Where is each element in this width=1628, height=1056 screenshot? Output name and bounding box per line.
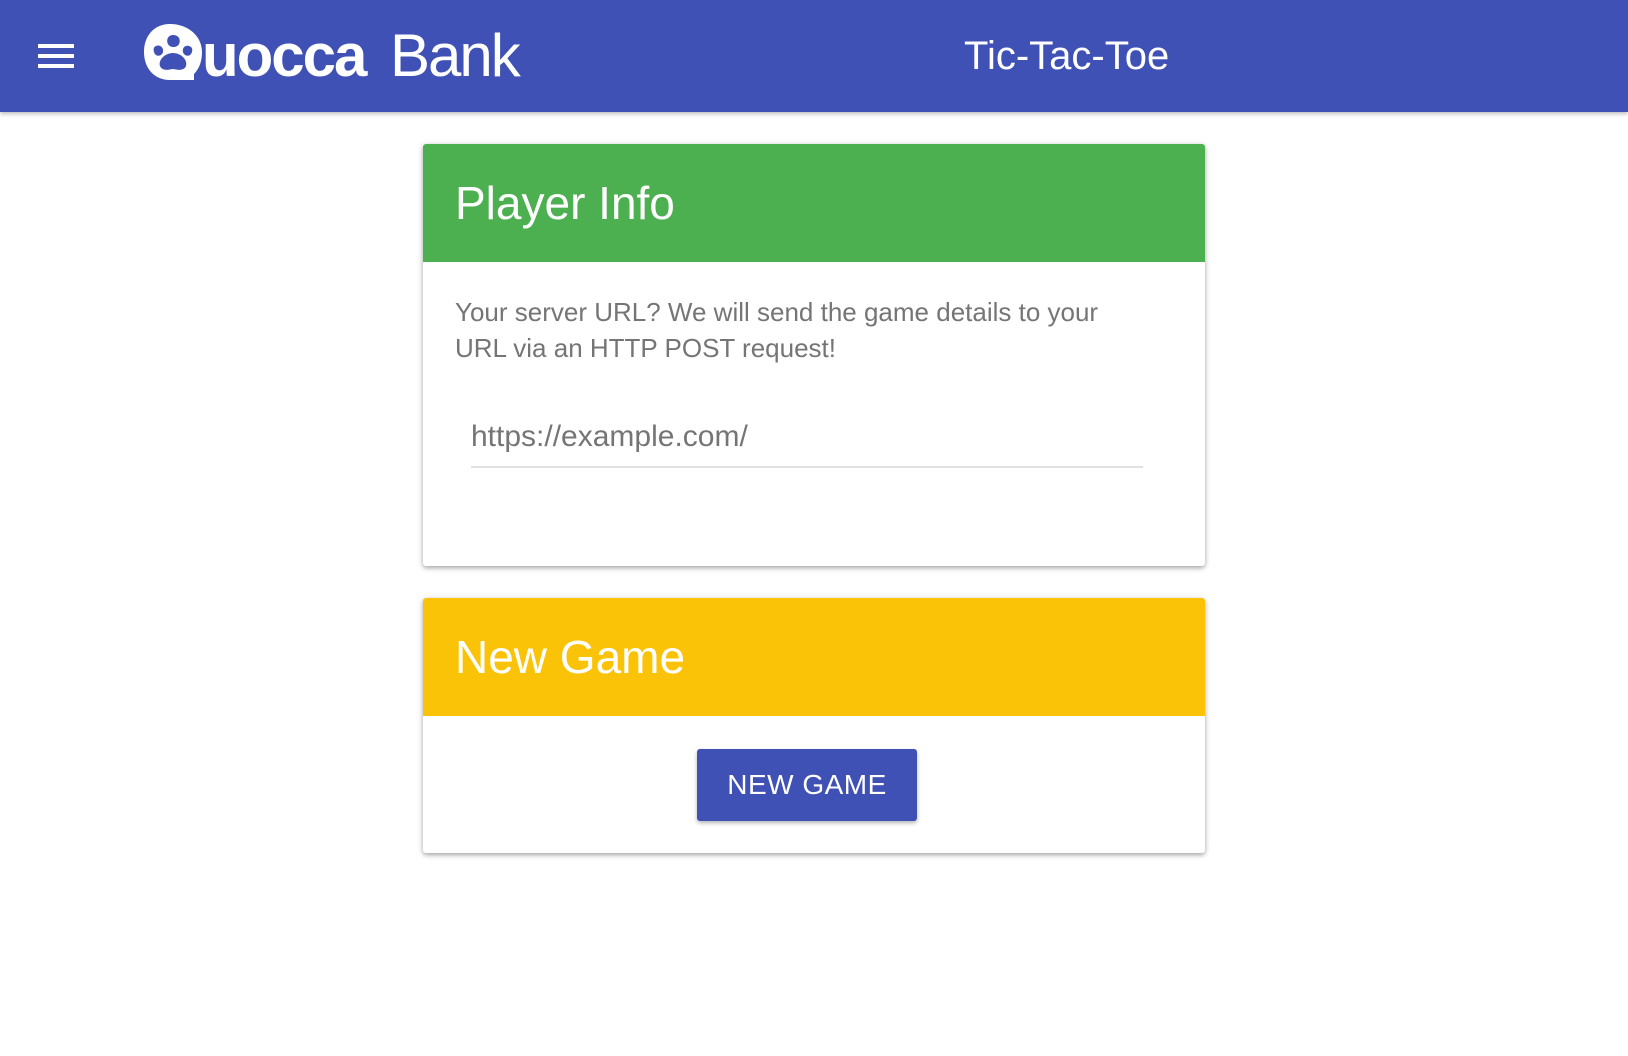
app-bar: uocca Bank Tic-Tac-Toe [0, 0, 1628, 112]
quoccabank-logo-icon: uocca Bank [144, 22, 524, 89]
new-game-title: New Game [455, 631, 686, 683]
player-info-description: Your server URL? We will send the game d… [455, 297, 1099, 363]
hamburger-menu-icon [38, 43, 74, 69]
player-info-title: Player Info [455, 177, 675, 229]
new-game-card: New Game NEW GAME [423, 598, 1205, 853]
svg-text:uocca: uocca [202, 22, 368, 89]
hamburger-menu-button[interactable] [24, 32, 88, 80]
server-url-input[interactable] [471, 418, 1143, 468]
server-url-field [471, 418, 1143, 468]
page-title: Tic-Tac-Toe [964, 34, 1170, 78]
new-game-header: New Game [423, 598, 1205, 716]
new-game-button[interactable]: NEW GAME [697, 748, 917, 821]
player-info-header: Player Info [423, 144, 1205, 262]
player-info-body: Your server URL? We will send the game d… [423, 262, 1205, 468]
svg-text:Bank: Bank [390, 22, 522, 89]
quoccabank-logo[interactable]: uocca Bank [142, 20, 552, 90]
player-info-card: Player Info Your server URL? We will sen… [423, 144, 1205, 566]
new-game-body: NEW GAME [423, 716, 1205, 853]
